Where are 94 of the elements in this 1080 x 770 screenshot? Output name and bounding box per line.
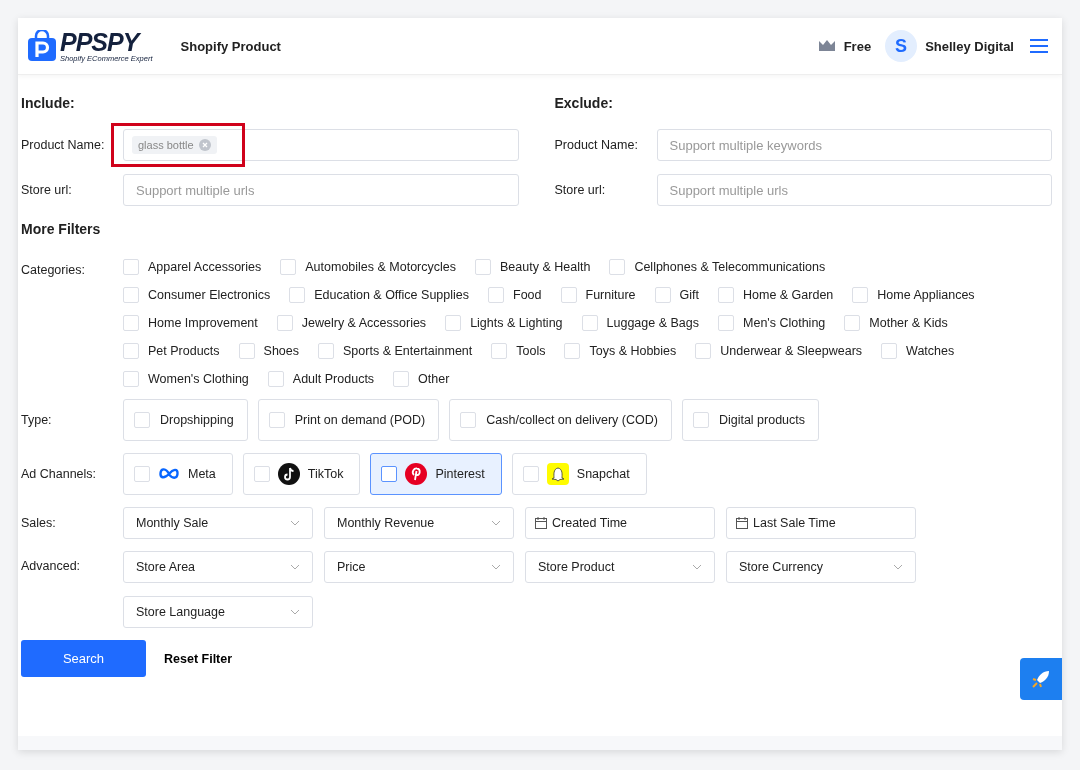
category-label[interactable]: Other xyxy=(418,372,450,386)
category-label[interactable]: Apparel Accessories xyxy=(148,260,262,274)
chevron-down-icon xyxy=(491,520,501,526)
rocket-button[interactable] xyxy=(1020,658,1062,700)
type-option[interactable]: Print on demand (POD) xyxy=(257,399,440,441)
field-label: Store url: xyxy=(554,183,607,197)
type-option[interactable]: Dropshipping xyxy=(123,399,248,441)
logo-wordmark: PPSPY xyxy=(60,29,142,54)
dropdown[interactable]: Monthly Sale xyxy=(123,507,313,539)
channel-option[interactable]: Meta xyxy=(123,453,233,495)
music-note-logo-icon xyxy=(277,463,300,485)
sales-label: Sales: xyxy=(21,516,57,530)
category-label[interactable]: Watches xyxy=(906,344,955,358)
category-label[interactable]: Home Improvement xyxy=(148,316,258,330)
logo-bag-icon xyxy=(27,30,57,62)
category-label[interactable]: Lights & Lighting xyxy=(470,316,563,330)
channel-option[interactable]: Pinterest xyxy=(370,453,502,495)
channel-label[interactable]: Meta xyxy=(188,467,216,481)
category-label[interactable]: Toys & Hobbies xyxy=(589,344,677,358)
category-label[interactable]: Food xyxy=(513,288,542,302)
more-filters-heading: More Filters xyxy=(21,221,102,237)
category-label[interactable]: Shoes xyxy=(263,344,300,358)
chevron-down-icon xyxy=(290,609,300,615)
crown-icon xyxy=(817,39,836,53)
user-name[interactable]: Shelley Digital xyxy=(925,38,1014,54)
store-url-field[interactable]: Support multiple urls xyxy=(123,174,519,206)
channel-label[interactable]: Pinterest xyxy=(435,467,485,481)
category-label[interactable]: Mother & Kids xyxy=(869,316,948,330)
ghost-logo-icon xyxy=(546,463,569,485)
advanced-label: Advanced: xyxy=(21,558,82,575)
page-title: Shopify Product xyxy=(180,38,281,54)
option-label[interactable]: Dropshipping xyxy=(160,413,234,427)
option-label[interactable]: Cash/collect on delivery (COD) xyxy=(486,413,658,427)
reset-filter-button[interactable]: Reset Filter xyxy=(164,651,233,666)
channel-option[interactable]: TikTok xyxy=(242,453,361,495)
search-button[interactable]: Search xyxy=(21,640,146,677)
date-picker[interactable]: Created Time xyxy=(525,507,715,539)
category-label[interactable]: Furniture xyxy=(585,288,636,302)
type-label: Type: xyxy=(21,413,53,427)
include-heading: Include: xyxy=(21,95,76,111)
category-label[interactable]: Home Appliances xyxy=(877,288,975,302)
categories-label: Categories: xyxy=(21,262,86,279)
chevron-down-icon xyxy=(692,564,702,570)
category-label[interactable]: Education & Office Supplies xyxy=(314,288,469,302)
channel-label[interactable]: Snapchat xyxy=(576,467,630,481)
remove-tag-icon[interactable] xyxy=(198,139,211,151)
calendar-icon xyxy=(736,517,748,529)
store-url-field[interactable]: Support multiple urls xyxy=(656,174,1052,206)
chevron-down-icon xyxy=(491,564,501,570)
option-label[interactable]: Print on demand (POD) xyxy=(294,413,426,427)
type-option[interactable]: Cash/collect on delivery (COD) xyxy=(449,399,672,441)
category-label[interactable]: Jewelry & Accessories xyxy=(301,316,427,330)
dropdown[interactable]: Store Area xyxy=(123,551,313,583)
calendar-icon xyxy=(535,517,547,529)
ad-channels-label: Ad Channels: xyxy=(21,467,98,481)
type-option[interactable]: Digital products xyxy=(681,399,820,441)
category-label[interactable]: Tools xyxy=(516,344,546,358)
letter-p-logo-icon xyxy=(405,463,428,485)
category-label[interactable]: Adult Products xyxy=(292,372,375,386)
menu-icon[interactable] xyxy=(1030,39,1048,53)
category-label[interactable]: Consumer Electronics xyxy=(148,288,271,302)
dropdown[interactable]: Monthly Revenue xyxy=(324,507,514,539)
keyword-tag: glass bottle xyxy=(132,136,217,154)
channel-option[interactable]: Snapchat xyxy=(511,453,647,495)
category-label[interactable]: Beauty & Health xyxy=(500,260,591,274)
chevron-down-icon xyxy=(290,564,300,570)
category-label[interactable]: Home & Garden xyxy=(743,288,834,302)
product-name-field[interactable]: Support multiple keywords xyxy=(656,129,1052,161)
plan-label: Free xyxy=(843,38,872,54)
dropdown[interactable]: Price xyxy=(324,551,514,583)
category-label[interactable]: Pet Products xyxy=(148,344,220,358)
field-label: Store url: xyxy=(21,183,73,197)
category-label[interactable]: Cellphones & Telecommunications xyxy=(634,260,826,274)
dropdown[interactable]: Store Language xyxy=(123,596,313,628)
category-label[interactable]: Luggage & Bags xyxy=(606,316,699,330)
category-label[interactable]: Women's Clothing xyxy=(148,372,249,386)
checkbox[interactable] xyxy=(381,466,398,482)
dropdown[interactable]: Store Product xyxy=(525,551,715,583)
category-label[interactable]: Men's Clothing xyxy=(743,316,826,330)
infinity-loop-icon xyxy=(158,467,180,481)
dropdown[interactable]: Store Currency xyxy=(726,551,916,583)
category-label[interactable]: Underwear & Sleepwears xyxy=(720,344,863,358)
chevron-down-icon xyxy=(290,520,300,526)
date-picker[interactable]: Last Sale Time xyxy=(726,507,916,539)
category-label[interactable]: Sports & Entertainment xyxy=(343,344,473,358)
option-label[interactable]: Digital products xyxy=(718,413,806,427)
field-label: Product Name: xyxy=(554,138,639,152)
field-label: Product Name: xyxy=(21,138,106,152)
user-avatar[interactable]: S xyxy=(885,30,918,62)
category-label[interactable]: Gift xyxy=(679,288,699,302)
category-label[interactable]: Automobiles & Motorcycles xyxy=(305,260,457,274)
exclude-heading: Exclude: xyxy=(554,95,614,111)
chevron-down-icon xyxy=(893,564,903,570)
channel-label[interactable]: TikTok xyxy=(307,467,344,481)
